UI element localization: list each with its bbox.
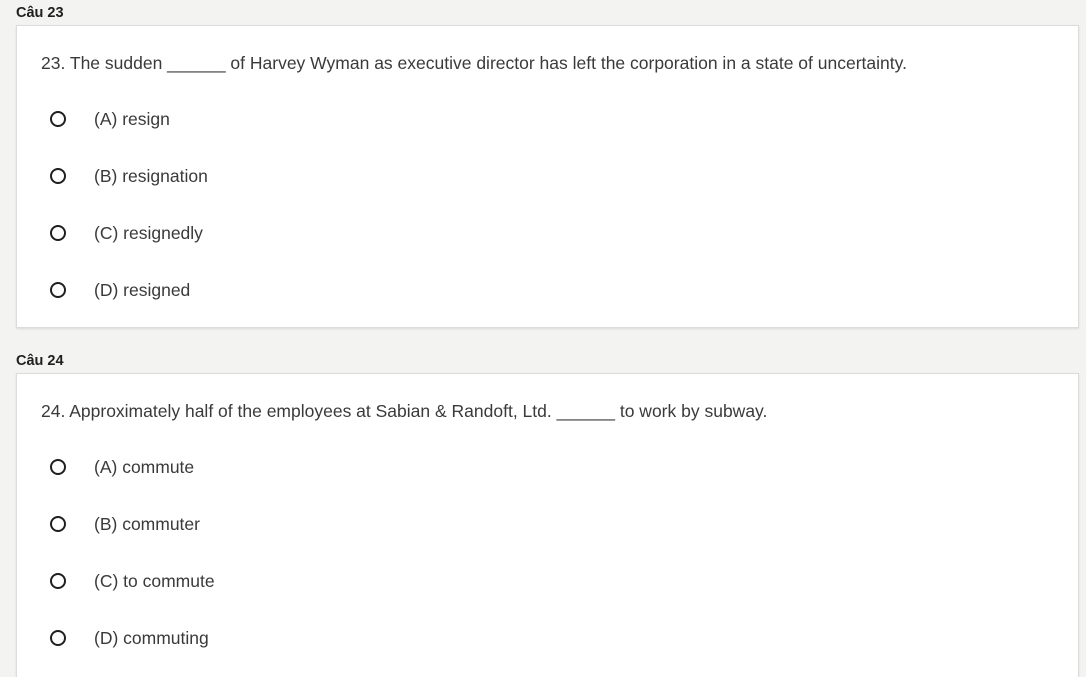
option-label: (B) resignation xyxy=(94,165,208,186)
question-23-option-a[interactable]: (A) resign xyxy=(50,107,170,131)
question-24-text: 24. Approximately half of the employees … xyxy=(41,401,768,421)
question-23-card: 23. The sudden ______ of Harvey Wyman as… xyxy=(16,25,1079,328)
radio-icon[interactable] xyxy=(50,168,66,184)
radio-icon[interactable] xyxy=(50,225,66,241)
question-24-option-b[interactable]: (B) commuter xyxy=(50,512,200,536)
option-label: (A) resign xyxy=(94,108,170,129)
option-label: (A) commute xyxy=(94,456,195,477)
radio-icon[interactable] xyxy=(50,111,66,127)
question-23-option-b[interactable]: (B) resignation xyxy=(50,164,208,188)
question-23-option-d[interactable]: (D) resigned xyxy=(50,278,190,302)
question-24-option-c[interactable]: (C) to commute xyxy=(50,569,215,593)
question-24-card: 24. Approximately half of the employees … xyxy=(16,373,1079,677)
radio-icon[interactable] xyxy=(50,516,66,532)
question-24-option-d[interactable]: (D) commuting xyxy=(50,626,209,650)
question-24-option-a[interactable]: (A) commute xyxy=(50,455,194,479)
option-label: (D) commuting xyxy=(94,627,209,648)
question-23-option-c[interactable]: (C) resignedly xyxy=(50,221,203,245)
question-23-label: Câu 23 xyxy=(16,5,64,21)
option-label: (B) commuter xyxy=(94,513,200,534)
radio-icon[interactable] xyxy=(50,282,66,298)
question-23-text: 23. The sudden ______ of Harvey Wyman as… xyxy=(41,53,907,73)
radio-icon[interactable] xyxy=(50,630,66,646)
radio-icon[interactable] xyxy=(50,459,66,475)
option-label: (C) resignedly xyxy=(94,222,203,243)
question-24-label: Câu 24 xyxy=(16,353,64,369)
radio-icon[interactable] xyxy=(50,573,66,589)
option-label: (C) to commute xyxy=(94,570,215,591)
option-label: (D) resigned xyxy=(94,279,191,300)
